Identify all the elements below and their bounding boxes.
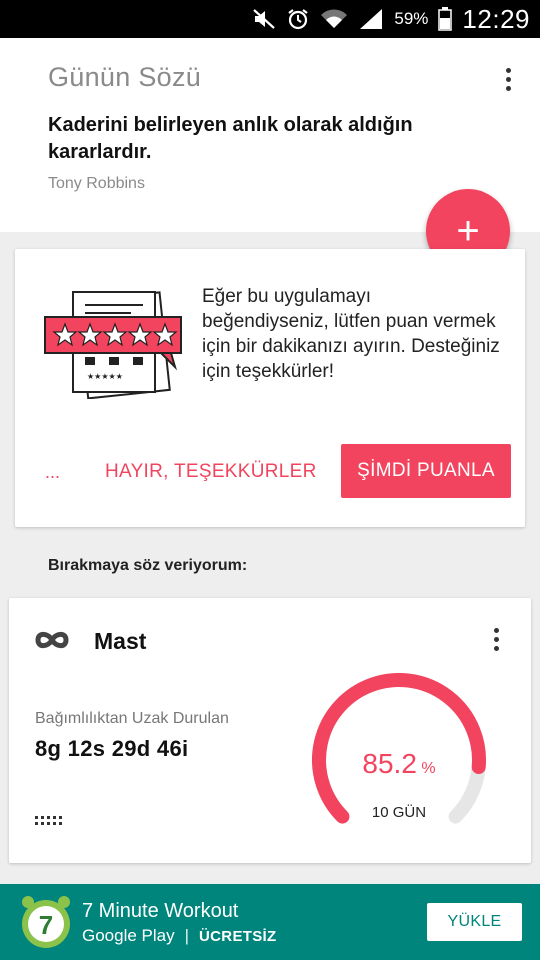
rate-app-card: ★★★★★ Eğer bu uygulamayı beğendiyseniz, … <box>15 249 525 527</box>
habit-overflow-menu-icon[interactable] <box>486 624 506 654</box>
quote-author: Tony Robbins <box>48 175 145 192</box>
wifi-icon <box>320 8 348 30</box>
gauge-days: 10 GÜN <box>371 804 427 821</box>
gauge-percent: 85.2 % <box>301 748 497 780</box>
rating-stars-illustration-icon: ★★★★★ <box>44 291 182 399</box>
mute-icon <box>252 8 276 30</box>
ad-store-line: Google Play | ÜCRETSİZ <box>82 926 276 946</box>
ad-title: 7 Minute Workout <box>82 900 239 922</box>
section-label: Bırakmaya söz veriyorum: <box>48 557 248 574</box>
quote-overflow-menu-icon[interactable] <box>496 64 520 94</box>
rate-message: Eğer bu uygulamayı beğendiyseniz, lütfen… <box>202 286 500 382</box>
status-icons: 59% 12:29 <box>252 0 530 38</box>
app-logo-text: 7 <box>39 910 53 940</box>
battery-icon <box>438 7 453 31</box>
ad-price: ÜCRETSİZ <box>199 927 277 945</box>
svg-text:★★★★★: ★★★★★ <box>87 372 123 381</box>
alarm-icon <box>286 7 310 31</box>
habit-card[interactable]: Mast Bağımlılıktan Uzak Durulan 8g 12s 2… <box>9 598 531 863</box>
gauge-percent-unit: % <box>421 760 436 777</box>
habit-subtitle: Bağımlılıktan Uzak Durulan <box>35 710 229 727</box>
decline-button[interactable]: HAYIR, TEŞEKKÜRLER <box>105 461 317 483</box>
ad-store-name: Google Play <box>82 926 175 945</box>
plus-icon: + <box>456 209 480 253</box>
ad-banner[interactable]: 7 7 Minute Workout Google Play | ÜCRETSİ… <box>0 884 540 960</box>
drag-handle-icon[interactable] <box>35 816 65 826</box>
battery-percent: 59% <box>394 9 429 28</box>
clock: 12:29 <box>462 3 530 34</box>
rate-more-button[interactable]: ... <box>45 462 60 483</box>
app-logo-icon: 7 <box>22 896 70 948</box>
rate-now-button[interactable]: ŞİMDİ PUANLA <box>341 444 511 498</box>
ad-separator: | <box>184 926 190 945</box>
status-bar: 59% 12:29 <box>0 0 540 38</box>
progress-gauge: 85.2 % 10 GÜN <box>301 672 497 832</box>
gauge-percent-value: 85.2 <box>362 748 417 779</box>
infinity-icon <box>35 631 69 649</box>
habit-name: Mast <box>94 628 147 654</box>
signal-icon <box>358 8 384 30</box>
install-button[interactable]: YÜKLE <box>427 903 522 941</box>
quote-title: Günün Sözü <box>48 62 202 92</box>
habit-duration: 8g 12s 29d 46i <box>35 736 189 761</box>
quote-text: Kaderini belirleyen anlık olarak aldığın… <box>48 114 413 163</box>
